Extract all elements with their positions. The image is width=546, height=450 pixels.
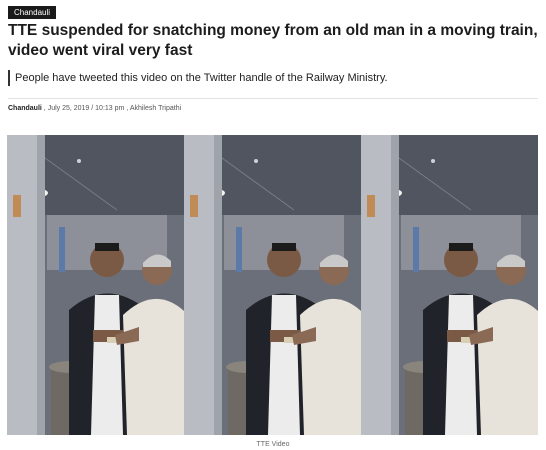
byline: Chandauli , July 25, 2019 / 10:13 pm , A…: [8, 104, 181, 114]
video-frame: [7, 135, 185, 435]
video-frame: [183, 135, 362, 435]
byline-author[interactable]: Akhilesh Tripathi: [130, 105, 181, 112]
article-summary: People have tweeted this video on the Tw…: [8, 70, 545, 86]
article-headline: TTE suspended for snatching money from a…: [8, 22, 538, 59]
byline-date: July 25, 2019 / 10:13 pm: [47, 105, 125, 112]
category-tag[interactable]: Chandauli: [8, 6, 57, 19]
video-frame: [360, 135, 538, 435]
article-image[interactable]: [7, 135, 538, 435]
video-still-frames: [7, 135, 538, 435]
byline-location[interactable]: Chandauli: [8, 105, 42, 112]
image-caption: TTE Video: [256, 441, 290, 448]
divider: [8, 98, 538, 99]
